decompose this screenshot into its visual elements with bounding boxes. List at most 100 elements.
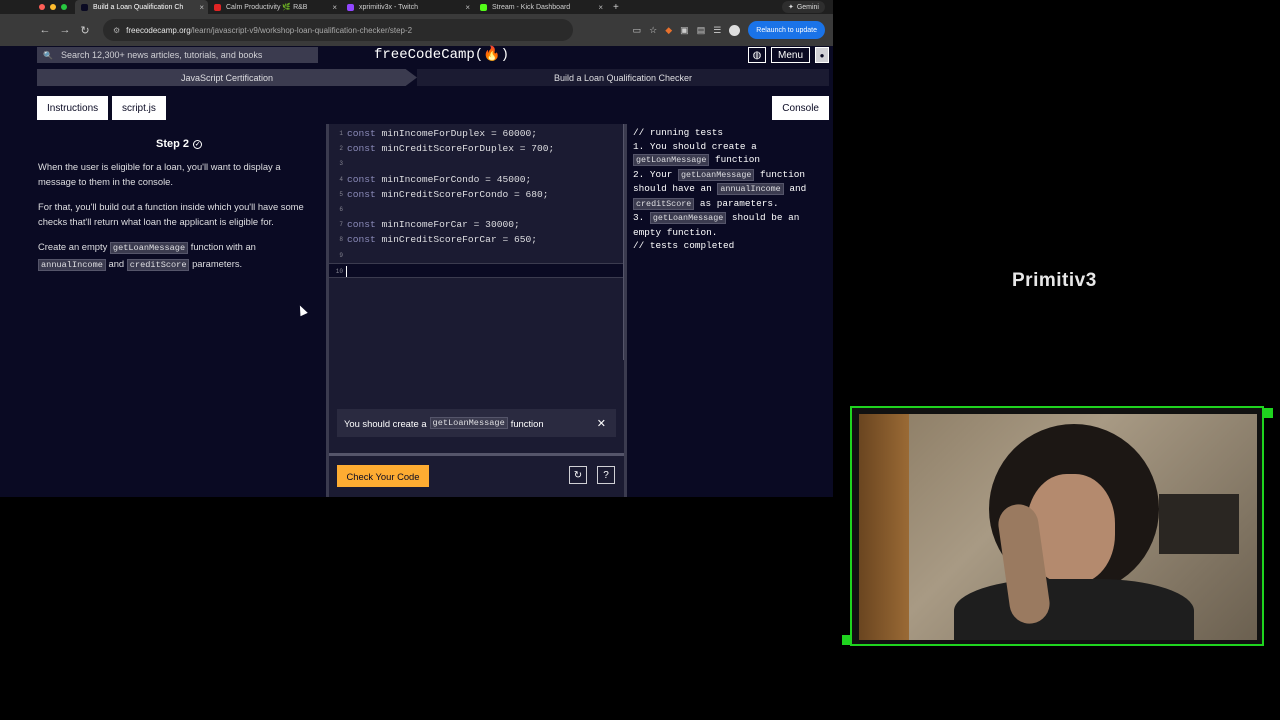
check-circle-icon: ✓ [193,139,202,149]
code-line[interactable]: 8 const minCreditScoreForCar = 650; [329,232,623,247]
code-rest: minCreditScoreForCar = 650; [375,234,537,246]
code-line[interactable]: 3 [329,156,623,171]
instructions-tab[interactable]: Instructions [37,96,109,120]
c3-code3: creditScore [633,197,695,210]
breadcrumb-certification[interactable]: JavaScript Certification [37,69,417,86]
tab-close-icon[interactable]: × [332,3,337,12]
help-icon[interactable]: ? [597,466,615,484]
tab-favicon-icon [214,3,221,11]
step-title-text: Step 2 [155,138,189,150]
tab-close-icon[interactable]: × [199,3,204,12]
code-line[interactable]: 6 [329,202,623,217]
code-line[interactable]: 10 [329,262,623,278]
console-line-1: // running tests [633,127,724,138]
extension-icon[interactable]: ◆ [665,25,672,36]
gemini-label: Gemini [796,3,819,11]
code-line[interactable]: 7 const minIncomeForCar = 30000; [329,217,623,232]
breadcrumb-project[interactable]: Build a Loan Qualification Checker [417,69,829,86]
search-input[interactable]: 🔍 Search 12,300+ news articles, tutorial… [37,47,318,63]
browser-tab[interactable]: xprimitiv3x - Twitch × [341,0,474,14]
c4-a: 3. [633,212,650,223]
reload-icon[interactable]: ↻ [75,24,95,37]
browser-tab[interactable]: Calm Productivity 🌿 R&B × [208,0,341,14]
p3-text-b: function with an [188,241,256,252]
code-getloanmessage: getLoanMessage [109,242,189,254]
tab-close-icon[interactable]: × [465,3,470,12]
code-keyword: const [347,143,376,155]
playlist-icon[interactable]: ☰ [713,25,721,36]
check-code-button[interactable]: Check Your Code [337,465,429,487]
tab-strip: Build a Loan Qualification Ch × Calm Produ… [0,0,833,14]
browser-tab[interactable]: Stream - Kick Dashboard × [474,0,607,14]
code-rest: minIncomeForCondo = 45000; [375,173,532,185]
console-tab[interactable]: Console [772,96,829,120]
close-icon[interactable]: ✕ [597,417,606,430]
editor-horizontal-scrollbar[interactable] [329,453,626,456]
tab-close-icon[interactable]: × [598,3,603,12]
code-editor[interactable]: 1 const minIncomeForDuplex = 60000; 2 const… [329,124,626,497]
url-host: freecodecamp.org [126,25,191,35]
instruction-paragraph-1: When the user is eligible for a loan, yo… [38,161,281,187]
url-field[interactable]: ⚙ freecodecamp.org/learn/javascript-v9/w… [103,19,573,41]
code-text: const minCreditScoreForDuplex = 700; [347,141,554,156]
puzzle-icon[interactable]: ▣ [680,25,689,36]
p3-text-c: and [105,258,127,269]
hint-text-b: function [510,417,544,429]
back-icon[interactable]: ← [35,24,55,36]
code-line[interactable]: 4 const minIncomeForCondo = 45000; [329,172,623,187]
code-lines[interactable]: 1 const minIncomeForDuplex = 60000; 2 const… [329,126,623,278]
window-controls [39,4,67,10]
breadcrumb: JavaScript Certification Build a Loan Qu… [37,69,829,86]
instruction-paragraph-3: Create an empty getLoanMessage function … [38,239,320,273]
webcam-corner-accent [1263,408,1273,418]
c4-code: getLoanMessage [649,212,727,224]
instructions-pane: Step 2 ✓ When the user is eligible for a… [33,124,325,497]
browser-tabs: Build a Loan Qualification Ch × Calm Produ… [75,0,607,14]
tab-favicon-icon [480,3,487,11]
code-rest: minCreditScoreForDuplex = 700; [375,143,555,155]
p3-text-a: Create an empty [38,241,110,252]
lesson-toolbar: Instructions script.js Console [33,93,833,121]
code-keyword: const [347,219,376,231]
sidepanel-icon[interactable]: ▤ [697,25,706,36]
webcam-corner-accent [842,635,852,645]
console-line-5: // tests completed [633,240,735,251]
language-globe-icon[interactable]: ◍ [747,47,766,63]
reset-icon[interactable]: ↻ [569,466,587,484]
browser-tab[interactable]: Build a Loan Qualification Ch × [75,0,208,14]
forward-icon[interactable]: → [55,24,75,36]
code-line[interactable]: 1 const minIncomeForDuplex = 60000; [329,126,623,141]
code-line[interactable]: 9 [329,248,623,263]
address-bar-row: ← → ↻ ⚙ freecodecamp.org/learn/javascrip… [0,14,833,46]
search-icon: 🔍 [43,50,53,60]
gemini-button[interactable]: ✦ Gemini [781,1,825,13]
site-info-icon[interactable]: ⚙ [113,26,120,35]
code-annualincome: annualIncome [38,259,106,271]
code-text: const minIncomeForCondo = 45000; [347,172,531,187]
script-js-tab[interactable]: script.js [112,96,166,120]
user-avatar-icon[interactable]: ● [815,47,829,63]
fcc-logo[interactable]: freeCodeCamp(🔥) [374,46,509,64]
hint-code: getLoanMessage [429,417,508,429]
profile-avatar[interactable] [729,24,741,36]
c3-c: and [783,183,807,194]
code-line[interactable]: 5 const minCreditScoreForCondo = 680; [329,187,623,202]
code-line[interactable]: 2 const minCreditScoreForDuplex = 700; [329,141,623,156]
relaunch-button[interactable]: Relaunch to update [748,21,825,39]
code-keyword: const [347,128,376,139]
console-line-2: 1. You should create a getLoanMessage fu… [633,140,827,168]
cast-icon[interactable]: ▭ [633,25,642,36]
code-text: const minIncomeForDuplex = 60000; [347,126,537,141]
streamer-name-overlay: Primitiv3 [1012,270,1097,291]
menu-button[interactable]: Menu [770,47,810,63]
p3-text-d: parameters. [189,258,243,269]
code-rest: minIncomeForCar = 30000; [375,219,520,231]
new-tab-button[interactable]: + [613,2,619,13]
c3-a: 2. Your [633,168,679,180]
url-path: /learn/javascript-v9/workshop-loan-quali… [190,25,413,35]
zoom-window-button[interactable] [61,4,67,10]
webcam-door [859,414,909,640]
minimize-window-button[interactable] [50,4,56,10]
bookmark-star-icon[interactable]: ☆ [649,25,657,36]
close-window-button[interactable] [39,4,45,10]
